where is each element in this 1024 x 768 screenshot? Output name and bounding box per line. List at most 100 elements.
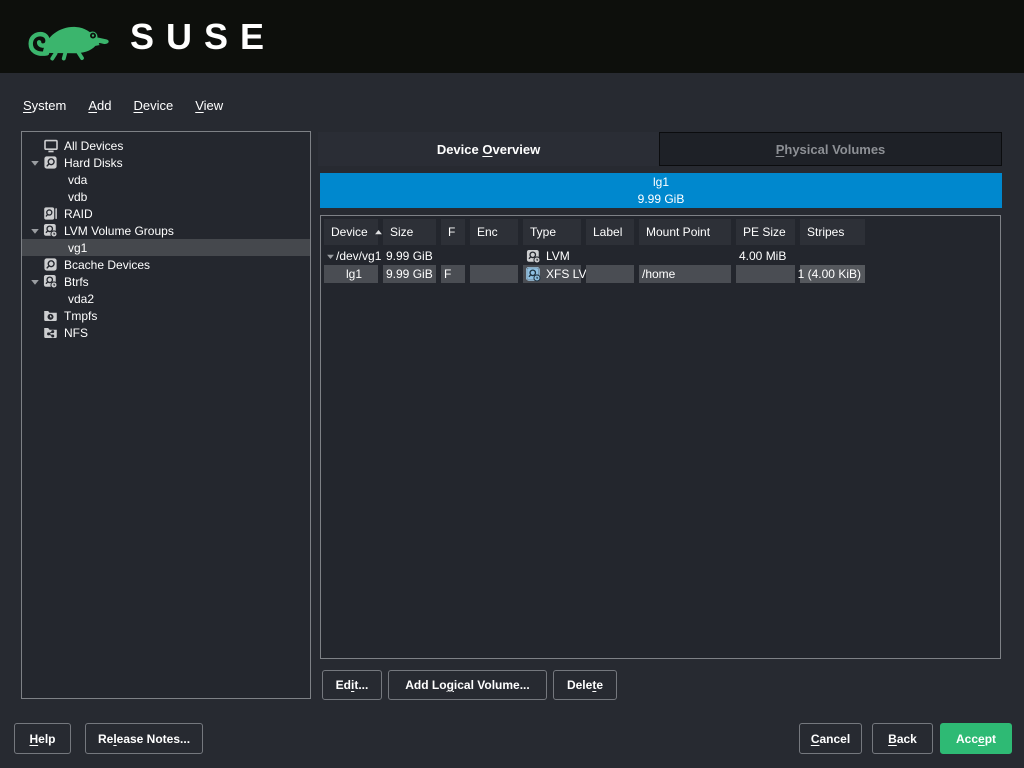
button-label: Help (29, 732, 55, 746)
tree-item-label: vda2 (68, 292, 94, 306)
tree-item-label: Btrfs (64, 275, 89, 289)
tree-item-btrfs[interactable]: Btrfs (22, 273, 310, 290)
mount-point-cell (639, 247, 731, 265)
device-name: /dev/vg1 (336, 249, 381, 263)
tree-item-label: RAID (64, 207, 93, 221)
column-header-f[interactable]: F (441, 219, 465, 245)
chevron-down-icon[interactable] (27, 277, 43, 287)
bcache-icon (43, 257, 60, 272)
button-label: Accept (956, 732, 996, 746)
suse-logo: SUSE (24, 11, 276, 63)
menu-device[interactable]: Device (133, 98, 173, 113)
chevron-down-icon[interactable] (27, 158, 43, 168)
add-logical-volume-button[interactable]: Add Logical Volume... (388, 670, 547, 700)
tree-item-label: NFS (64, 326, 88, 340)
tree-item-vda[interactable]: vda (22, 171, 310, 188)
pe-size-cell (736, 265, 795, 283)
type-label: LVM (546, 249, 570, 263)
column-header-stripes[interactable]: Stripes (800, 219, 865, 245)
tree-item-label: vg1 (68, 241, 87, 255)
type-label: XFS LV (546, 267, 586, 281)
table-row[interactable]: lg1 9.99 GiB F XFS LV /home 1 (4.00 KiB) (324, 265, 997, 283)
menu-add[interactable]: Add (88, 98, 111, 113)
stripes-cell: 1 (4.00 KiB) (800, 265, 865, 283)
release-notes-button[interactable]: Release Notes... (85, 723, 203, 754)
tree-item-raid[interactable]: RAID (22, 205, 310, 222)
size-cell: 9.99 GiB (383, 247, 436, 265)
tab-label: Physical Volumes (776, 142, 886, 157)
column-header-label[interactable]: Label (586, 219, 634, 245)
column-label: Enc (477, 225, 498, 239)
tree-item-all-devices[interactable]: All Devices (22, 137, 310, 154)
button-label: Release Notes... (98, 732, 190, 746)
chevron-down-icon[interactable] (27, 226, 43, 236)
chevron-down-icon[interactable] (324, 252, 336, 261)
column-label: PE Size (743, 225, 786, 239)
stripes-cell (800, 247, 865, 265)
table-header: Device Size F Enc Type Label Mount Point… (324, 219, 997, 245)
device-table: Device Size F Enc Type Label Mount Point… (320, 215, 1001, 659)
lvm-volume-icon (526, 249, 541, 264)
column-header-pe-size[interactable]: PE Size (736, 219, 795, 245)
hard-disk-icon (43, 155, 60, 170)
tree-item-lvm-volume-groups[interactable]: LVM Volume Groups (22, 222, 310, 239)
menu-view[interactable]: View (195, 98, 223, 113)
button-label: Add Logical Volume... (405, 678, 529, 692)
column-label: Label (593, 225, 622, 239)
computer-icon (43, 138, 60, 154)
format-cell: F (441, 265, 465, 283)
column-header-device[interactable]: Device (324, 219, 378, 245)
sort-ascending-icon (374, 228, 383, 237)
label-cell (586, 247, 634, 265)
enc-cell (470, 247, 518, 265)
column-label: Mount Point (646, 225, 710, 239)
tree-item-vg1[interactable]: vg1 (22, 239, 310, 256)
column-header-size[interactable]: Size (383, 219, 436, 245)
mount-point-cell: /home (639, 265, 731, 283)
volume-summary-bar: lg1 9.99 GiB (320, 173, 1002, 208)
column-header-mount-point[interactable]: Mount Point (639, 219, 731, 245)
column-label: Device (331, 225, 368, 239)
column-label: Stripes (807, 225, 844, 239)
menu-system[interactable]: System (23, 98, 66, 113)
lvm-icon (43, 223, 60, 238)
tree-item-nfs[interactable]: NFS (22, 324, 310, 341)
back-button[interactable]: Back (872, 723, 933, 754)
type-cell: XFS LV (523, 265, 581, 283)
button-label: Delete (567, 678, 603, 692)
tree-item-hard-disks[interactable]: Hard Disks (22, 154, 310, 171)
delete-button[interactable]: Delete (553, 670, 617, 700)
tab-device-overview[interactable]: Device Overview (318, 132, 659, 166)
format-cell (441, 247, 465, 265)
table-row[interactable]: /dev/vg1 9.99 GiB LVM 4.00 MiB (324, 247, 997, 265)
tree-item-vdb[interactable]: vdb (22, 188, 310, 205)
tree-item-label: All Devices (64, 139, 123, 153)
button-label: Cancel (811, 732, 850, 746)
summary-size: 9.99 GiB (638, 191, 685, 207)
device-tree-panel: All Devices Hard Disks vda vdb RAID LVM … (21, 131, 311, 699)
help-button[interactable]: Help (14, 723, 71, 754)
tmpfs-icon (43, 308, 60, 323)
button-label: Edit... (336, 678, 369, 692)
cancel-button[interactable]: Cancel (799, 723, 862, 754)
menubar: System Add Device View (23, 98, 223, 113)
device-cell: lg1 (324, 265, 378, 283)
xfs-lv-icon (526, 267, 541, 282)
size-cell: 9.99 GiB (383, 265, 436, 283)
edit-button[interactable]: Edit... (322, 670, 382, 700)
enc-cell (470, 265, 518, 283)
tree-item-label: vdb (68, 190, 87, 204)
top-brand-band: SUSE (0, 0, 1024, 73)
device-cell: /dev/vg1 (324, 247, 378, 265)
column-header-enc[interactable]: Enc (470, 219, 518, 245)
tree-item-bcache-devices[interactable]: Bcache Devices (22, 256, 310, 273)
raid-icon (43, 206, 60, 221)
tab-physical-volumes[interactable]: Physical Volumes (659, 132, 1002, 166)
device-name: lg1 (346, 267, 362, 281)
tree-item-vda2[interactable]: vda2 (22, 290, 310, 307)
column-label: F (448, 225, 455, 239)
label-cell (586, 265, 634, 283)
tree-item-tmpfs[interactable]: Tmpfs (22, 307, 310, 324)
column-header-type[interactable]: Type (523, 219, 581, 245)
accept-button[interactable]: Accept (940, 723, 1012, 754)
